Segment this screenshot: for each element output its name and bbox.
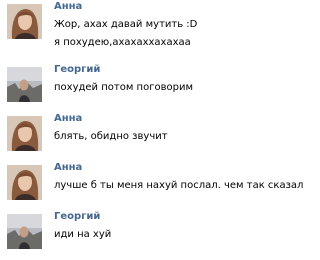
message-author[interactable]: Анна xyxy=(54,0,82,13)
message-text: лучше б ты меня нахуй послал. чем так ск… xyxy=(54,180,304,191)
chat-history: Анна Жор, ахах давай мутить :D я похудею… xyxy=(0,0,316,260)
message-item: Анна Жор, ахах давай мутить :D я похудею… xyxy=(0,0,316,50)
anna-avatar[interactable] xyxy=(7,4,42,39)
message-item: Георгий иди на хуй xyxy=(0,210,316,260)
anna-avatar[interactable] xyxy=(7,165,42,200)
anna-avatar[interactable] xyxy=(7,116,42,151)
message-text: похудей потом поговорим xyxy=(54,82,193,93)
message-item: Георгий похудей потом поговорим xyxy=(0,63,316,113)
message-text: я похудею,ахахаххахахаа xyxy=(54,37,191,48)
message-author[interactable]: Георгий xyxy=(54,210,100,223)
message-item: Анна лучше б ты меня нахуй послал. чем т… xyxy=(0,161,316,211)
message-author[interactable]: Анна xyxy=(54,161,82,174)
message-text: блять, обидно звучит xyxy=(54,131,168,142)
message-text: Жор, ахах давай мутить :D xyxy=(54,19,198,30)
georgiy-avatar[interactable] xyxy=(7,67,42,102)
message-author[interactable]: Анна xyxy=(54,112,82,125)
georgiy-avatar[interactable] xyxy=(7,214,42,249)
message-text: иди на хуй xyxy=(54,229,112,240)
message-author[interactable]: Георгий xyxy=(54,63,100,76)
message-item: Анна блять, обидно звучит xyxy=(0,112,316,162)
